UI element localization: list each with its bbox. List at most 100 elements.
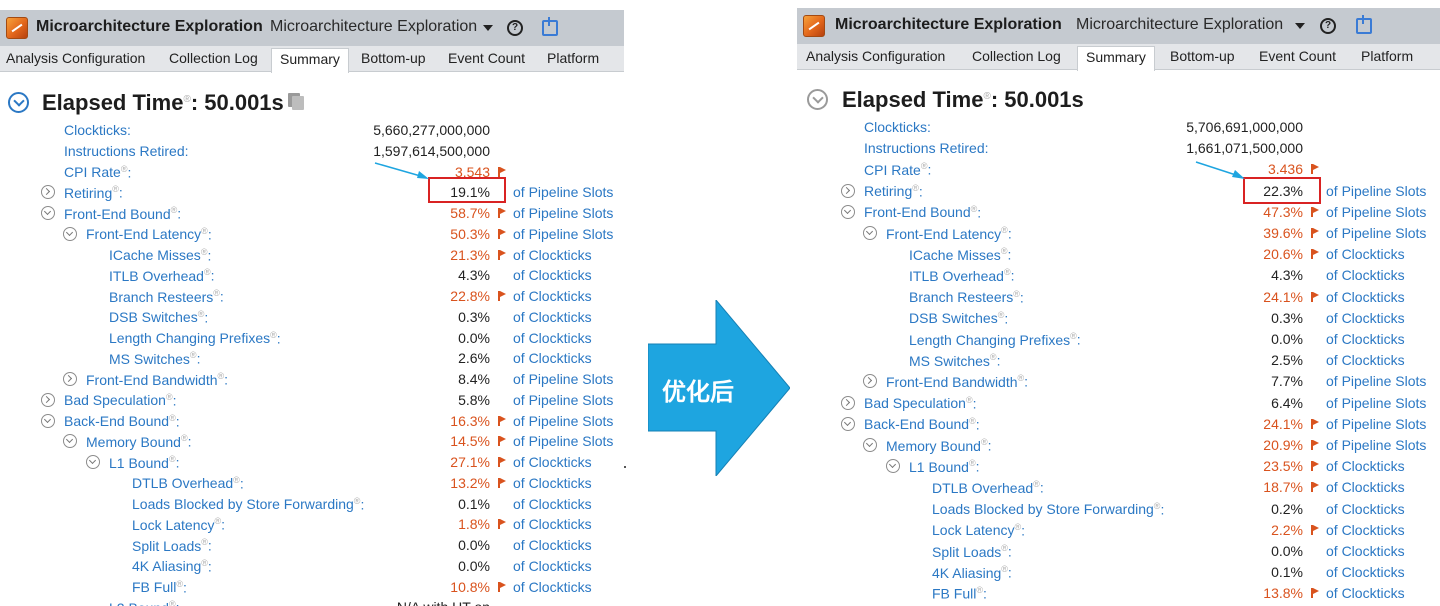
metric-unit[interactable]: of Pipeline Slots [1326, 204, 1426, 220]
metric-name[interactable]: ITLB Overhead®: [109, 267, 214, 284]
metric-unit[interactable]: of Pipeline Slots [1326, 416, 1426, 432]
metric-name[interactable]: L1 Bound®: [909, 458, 979, 475]
metric-name[interactable]: Instructions Retired: [864, 140, 989, 156]
metric-name[interactable]: MS Switches®: [909, 352, 1000, 369]
analysis-type-dropdown[interactable]: Microarchitecture Exploration [1076, 16, 1283, 34]
metric-unit[interactable]: of Pipeline Slots [513, 205, 613, 221]
help-icon[interactable]: ? [507, 20, 523, 36]
metric-unit[interactable]: of Clockticks [513, 267, 592, 283]
metric-name[interactable]: Lock Latency®: [132, 516, 225, 533]
metric-unit[interactable]: of Clockticks [1326, 246, 1405, 262]
collapse-icon[interactable] [841, 416, 855, 431]
metric-name[interactable]: Branch Resteers®: [109, 288, 224, 305]
tab-summary[interactable]: Summary [1077, 46, 1155, 71]
collapse-icon[interactable] [41, 206, 55, 220]
metric-unit[interactable]: of Pipeline Slots [513, 371, 613, 387]
tab-event-count[interactable]: Event Count [448, 50, 525, 66]
metric-unit[interactable]: of Clockticks [513, 454, 592, 470]
collapse-icon[interactable] [63, 434, 77, 449]
metric-unit[interactable]: of Clockticks [1326, 458, 1405, 474]
metric-name[interactable]: Lock Latency®: [932, 522, 1025, 539]
elapsed-time-toggle-icon[interactable] [8, 92, 29, 113]
share-icon[interactable] [1356, 15, 1372, 34]
tab-platform[interactable]: Platform [547, 50, 599, 66]
metric-name[interactable]: Loads Blocked by Store Forwarding®: [132, 496, 364, 513]
metric-name[interactable]: ICache Misses®: [109, 247, 211, 264]
analysis-type-dropdown[interactable]: Microarchitecture Exploration [270, 18, 477, 36]
metric-unit[interactable]: of Clockticks [513, 288, 592, 304]
expand-icon[interactable] [63, 372, 77, 386]
metric-name[interactable]: Bad Speculation®: [864, 395, 977, 412]
tab-bottom-up[interactable]: Bottom-up [1170, 48, 1235, 64]
expand-icon[interactable] [863, 374, 877, 389]
metric-unit[interactable]: of Pipeline Slots [1326, 225, 1426, 241]
metric-name[interactable]: Back-End Bound®: [864, 416, 980, 433]
metric-name[interactable]: DSB Switches®: [909, 310, 1008, 327]
tab-analysis-configuration[interactable]: Analysis Configuration [6, 50, 145, 66]
metric-name[interactable]: Length Changing Prefixes®: [909, 331, 1081, 348]
tab-bottom-up[interactable]: Bottom-up [361, 50, 426, 66]
tab-collection-log[interactable]: Collection Log [972, 48, 1061, 64]
metric-unit[interactable]: of Clockticks [1326, 585, 1405, 601]
metric-unit[interactable]: of Clockticks [513, 558, 592, 574]
metric-name[interactable]: Front-End Bound®: [864, 204, 981, 221]
metric-unit[interactable]: of Pipeline Slots [513, 413, 613, 429]
metric-unit[interactable]: of Clockticks [1326, 352, 1405, 368]
metric-name[interactable]: Front-End Latency®: [86, 226, 212, 243]
metric-name[interactable]: Retiring®: [864, 183, 923, 200]
metric-name[interactable]: 4K Aliasing®: [932, 564, 1012, 581]
metric-unit[interactable]: of Pipeline Slots [513, 392, 613, 408]
metric-name[interactable]: Memory Bound®: [886, 437, 991, 454]
collapse-icon[interactable] [886, 459, 900, 474]
metric-name[interactable]: Retiring®: [64, 184, 123, 201]
metric-name[interactable]: Memory Bound®: [86, 433, 191, 450]
metric-name[interactable]: ICache Misses®: [909, 246, 1011, 263]
metric-name[interactable]: Front-End Bandwidth®: [886, 373, 1028, 390]
metric-name[interactable]: Clockticks: [864, 119, 931, 135]
metric-name[interactable]: FB Full®: [132, 579, 187, 596]
metric-unit[interactable]: of Clockticks [1326, 331, 1405, 347]
metric-unit[interactable]: of Clockticks [513, 350, 592, 366]
tab-summary[interactable]: Summary [271, 48, 349, 73]
metric-unit[interactable]: of Pipeline Slots [513, 184, 613, 200]
metric-unit[interactable]: of Pipeline Slots [1326, 395, 1426, 411]
metric-name[interactable]: Front-End Latency®: [886, 225, 1012, 242]
metric-name[interactable]: Loads Blocked by Store Forwarding®: [932, 501, 1164, 518]
metric-unit[interactable]: of Pipeline Slots [513, 226, 613, 242]
metric-name[interactable]: Bad Speculation®: [64, 392, 177, 409]
metric-name[interactable]: Split Loads®: [132, 537, 212, 554]
collapse-icon[interactable] [841, 204, 855, 219]
metric-unit[interactable]: of Clockticks [1326, 289, 1405, 305]
metric-unit[interactable]: of Clockticks [513, 309, 592, 325]
tab-event-count[interactable]: Event Count [1259, 48, 1336, 64]
tab-platform[interactable]: Platform [1361, 48, 1413, 64]
expand-icon[interactable] [841, 395, 855, 410]
metric-unit[interactable]: of Clockticks [1326, 267, 1405, 283]
metric-name[interactable]: Front-End Bound®: [64, 205, 181, 222]
metric-unit[interactable]: of Clockticks [513, 579, 592, 595]
metric-unit[interactable]: of Pipeline Slots [1326, 373, 1426, 389]
metric-name[interactable]: Back-End Bound®: [64, 413, 180, 430]
metric-name[interactable]: FB Full®: [932, 585, 987, 602]
metric-unit[interactable]: of Pipeline Slots [1326, 437, 1426, 453]
chevron-down-icon[interactable] [483, 25, 493, 31]
metric-name[interactable]: L2 Bound®: [109, 599, 179, 606]
metric-name[interactable]: Length Changing Prefixes®: [109, 330, 281, 347]
share-icon[interactable] [542, 17, 558, 36]
metric-name[interactable]: Branch Resteers®: [909, 289, 1024, 306]
metric-name[interactable]: ITLB Overhead®: [909, 267, 1014, 284]
metric-name[interactable]: Clockticks: [64, 122, 131, 138]
expand-icon[interactable] [841, 183, 855, 198]
metric-unit[interactable]: of Pipeline Slots [513, 433, 613, 449]
collapse-icon[interactable] [86, 455, 100, 469]
metric-name[interactable]: MS Switches®: [109, 350, 200, 367]
elapsed-time-toggle-icon[interactable] [807, 89, 828, 110]
metric-name[interactable]: DTLB Overhead®: [932, 479, 1044, 496]
expand-icon[interactable] [41, 392, 55, 407]
metric-name[interactable]: 4K Aliasing®: [132, 558, 212, 575]
metric-unit[interactable]: of Clockticks [1326, 543, 1405, 559]
metric-unit[interactable]: of Clockticks [513, 475, 592, 491]
tab-analysis-configuration[interactable]: Analysis Configuration [806, 48, 945, 64]
metric-unit[interactable]: of Clockticks [1326, 479, 1405, 495]
metric-unit[interactable]: of Clockticks [513, 496, 592, 512]
